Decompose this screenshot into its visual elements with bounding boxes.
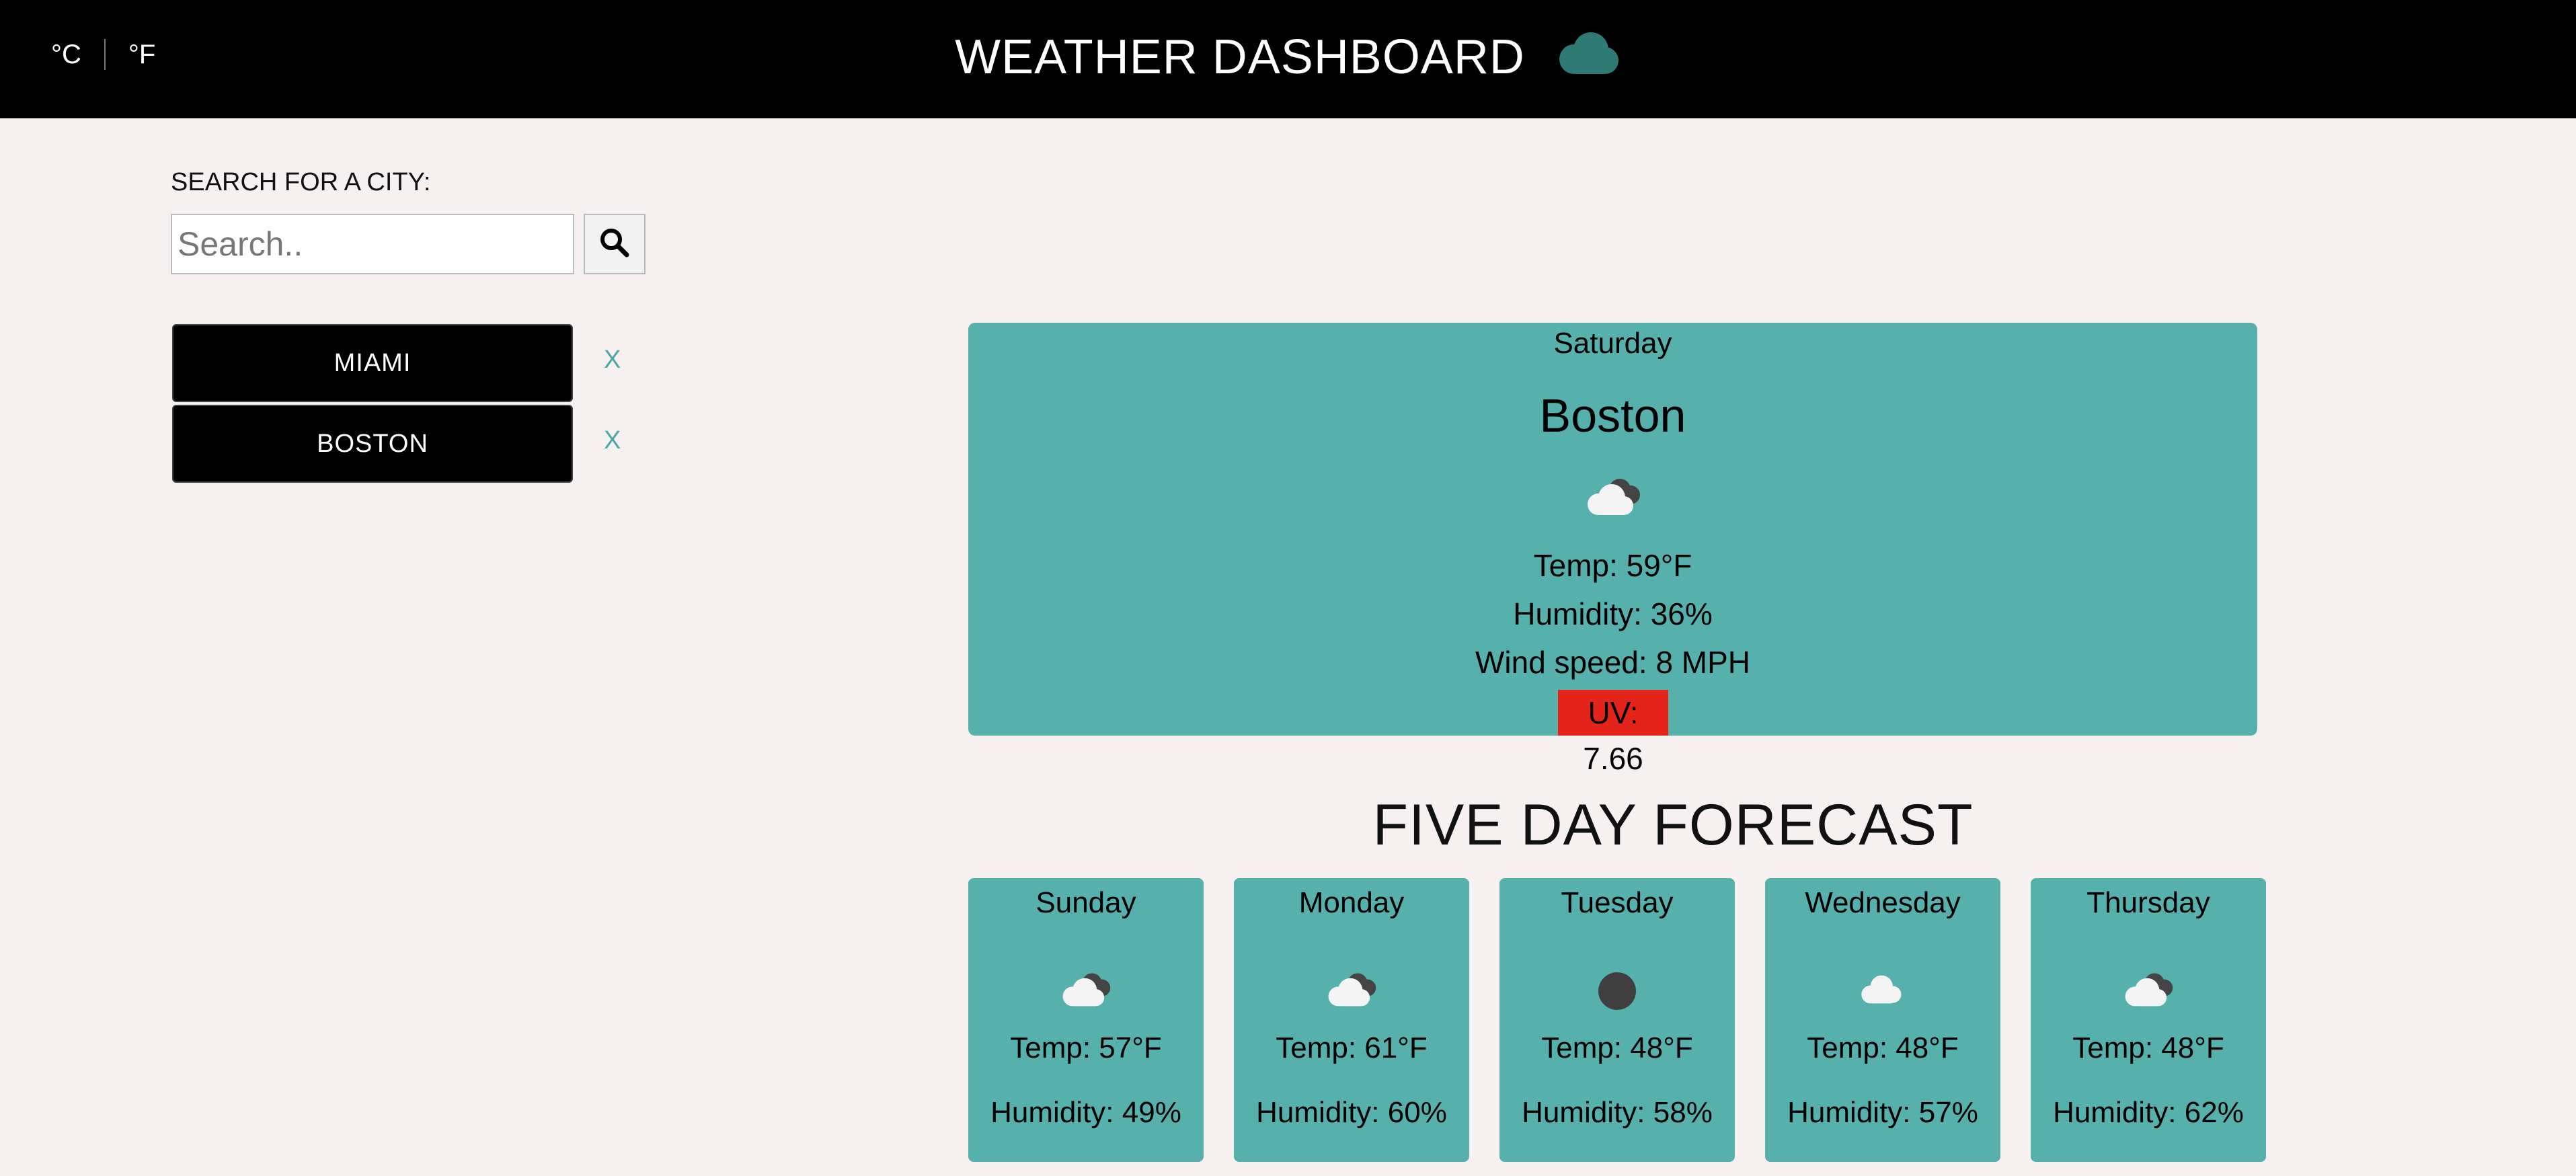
forecast-temp: Temp: 61°F bbox=[1276, 1031, 1428, 1064]
forecast-day: Thursday bbox=[2086, 886, 2210, 919]
partly-cloudy-icon bbox=[1234, 970, 1469, 1009]
forecast-humidity: Humidity: 62% bbox=[2053, 1096, 2244, 1129]
page-title-wrap: WEATHER DASHBOARD bbox=[0, 30, 2576, 89]
forecast-card: Wednesday Temp: 48°F Humidity: 57% bbox=[1765, 878, 2000, 1162]
cloud-icon bbox=[1554, 31, 1621, 89]
current-weather-card: Saturday Boston Temp: 59°F Humidity: 36%… bbox=[968, 323, 2257, 776]
app-header: °C °F WEATHER DASHBOARD bbox=[0, 0, 2576, 118]
forecast-humidity: Humidity: 58% bbox=[1522, 1096, 1713, 1129]
forecast-day: Tuesday bbox=[1561, 886, 1674, 919]
forecast-humidity: Humidity: 57% bbox=[1787, 1096, 1978, 1129]
cloud-icon bbox=[1765, 970, 2000, 1006]
current-humidity: Humidity: 36% bbox=[1513, 596, 1713, 631]
forecast-day: Wednesday bbox=[1805, 886, 1961, 919]
forecast-temp: Temp: 57°F bbox=[1010, 1031, 1162, 1064]
partly-cloudy-icon bbox=[968, 970, 1204, 1009]
search-icon bbox=[598, 226, 631, 263]
forecast-humidity: Humidity: 60% bbox=[1256, 1096, 1447, 1129]
search-button[interactable] bbox=[584, 214, 646, 274]
forecast-temp: Temp: 48°F bbox=[2072, 1031, 2224, 1064]
current-temp: Temp: 59°F bbox=[1533, 548, 1692, 583]
current-day: Saturday bbox=[1553, 327, 1672, 360]
city-button-boston[interactable]: BOSTON bbox=[172, 405, 573, 483]
remove-city-boston[interactable]: X bbox=[604, 426, 621, 455]
search-label: SEARCH FOR A CITY: bbox=[171, 168, 431, 196]
forecast-humidity: Humidity: 49% bbox=[990, 1096, 1181, 1129]
uv-index-badge: UV: 7.66 bbox=[1558, 690, 1668, 776]
forecast-day: Monday bbox=[1298, 886, 1405, 919]
search-input[interactable] bbox=[171, 214, 574, 274]
forecast-day: Sunday bbox=[1036, 886, 1136, 919]
forecast-card: Monday Temp: 61°F Humidity: 60% bbox=[1234, 878, 1469, 1162]
current-wind: Wind speed: 8 MPH bbox=[1475, 645, 1751, 680]
city-button-miami[interactable]: MIAMI bbox=[172, 324, 573, 402]
forecast-card: Sunday Temp: 57°F Humidity: 49% bbox=[968, 878, 1204, 1162]
current-city: Boston bbox=[1539, 389, 1686, 442]
forecast-temp: Temp: 48°F bbox=[1807, 1031, 1959, 1064]
moon-icon bbox=[1499, 970, 1735, 1013]
page-title: WEATHER DASHBOARD bbox=[955, 30, 1525, 84]
remove-city-miami[interactable]: X bbox=[604, 346, 621, 375]
forecast-temp: Temp: 48°F bbox=[1541, 1031, 1693, 1064]
forecast-card: Tuesday Temp: 48°F Humidity: 58% bbox=[1499, 878, 1735, 1162]
forecast-card: Thursday Temp: 48°F Humidity: 62% bbox=[2031, 878, 2266, 1162]
partly-cloudy-icon bbox=[2031, 970, 2266, 1009]
forecast-title: FIVE DAY FORECAST bbox=[1372, 793, 1974, 857]
partly-cloudy-icon bbox=[968, 475, 2257, 518]
